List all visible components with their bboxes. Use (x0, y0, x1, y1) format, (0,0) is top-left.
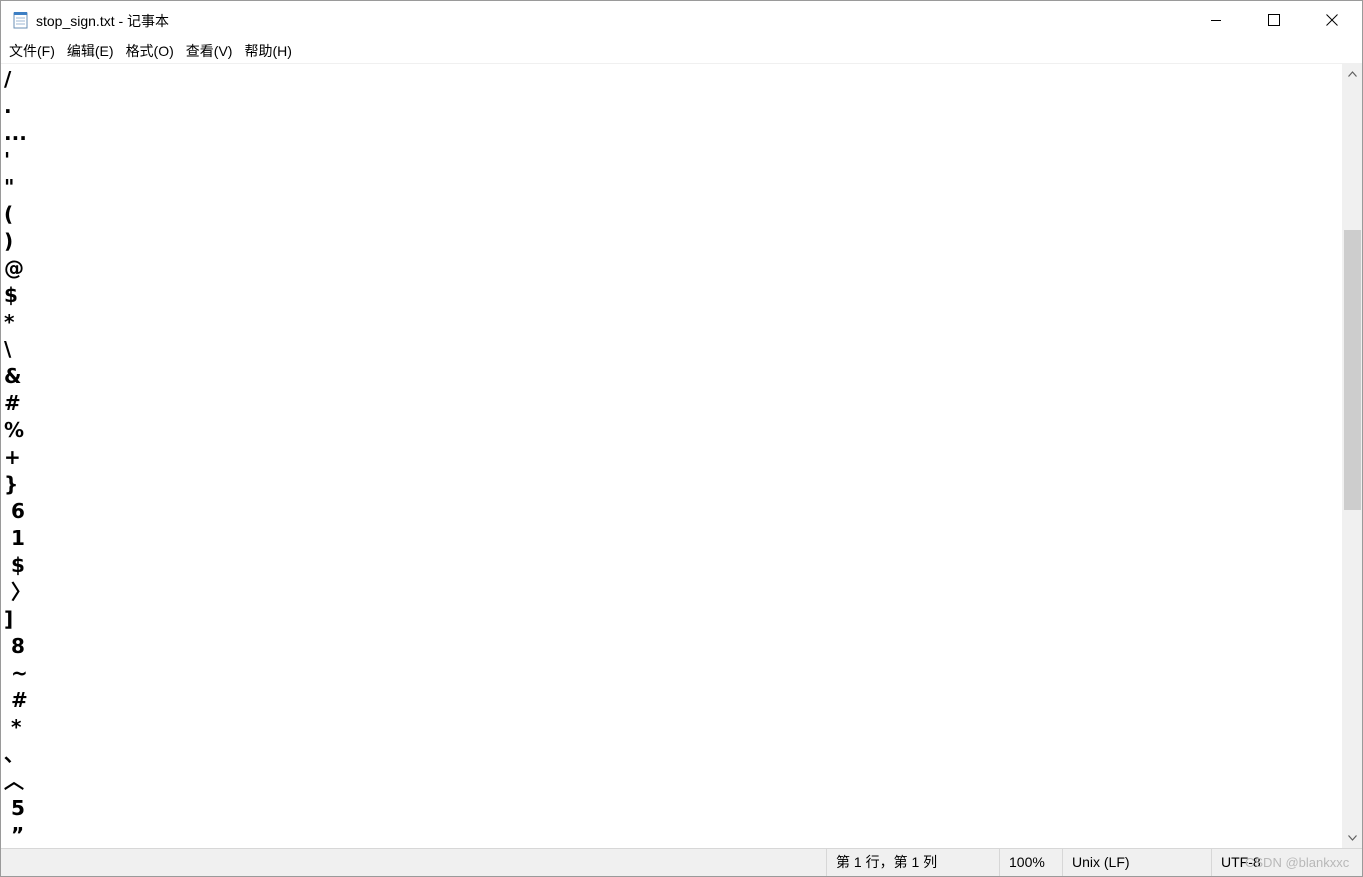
watermark: CSDN @blankxxc (1245, 855, 1350, 870)
text-content: / . ... ' " ( ) @ $ * \ & # % + } 6 1 $ … (4, 66, 31, 848)
text-line: 6 (4, 499, 25, 523)
text-line: % (4, 418, 25, 442)
menu-view[interactable]: 查看(V) (180, 39, 239, 63)
text-line: ~ (4, 661, 28, 685)
text-line: & (4, 364, 22, 388)
text-line: $ (4, 283, 18, 307)
zoom-level: 100% (999, 849, 1062, 876)
text-line: " (4, 175, 15, 199)
text-line: # (4, 391, 21, 415)
chevron-up-icon (1347, 71, 1357, 77)
text-line: * (4, 715, 22, 739)
window-title: stop_sign.txt - 记事本 (36, 13, 170, 29)
text-line: . (4, 94, 12, 118)
maximize-icon (1268, 14, 1280, 26)
minimize-button[interactable] (1187, 1, 1245, 39)
menu-bar: 文件(F) 编辑(E) 格式(O) 查看(V) 帮助(H) (1, 39, 1362, 63)
text-line: $ (4, 553, 25, 577)
text-line: ” (4, 823, 25, 847)
menu-edit[interactable]: 编辑(E) (61, 39, 120, 63)
text-line: ] (4, 607, 14, 631)
line-ending: Unix (LF) (1062, 849, 1211, 876)
minimize-icon (1211, 20, 1221, 21)
status-bar: 第 1 行，第 1 列 100% Unix (LF) UTF-8 CSDN @b… (1, 848, 1362, 876)
menu-help[interactable]: 帮助(H) (238, 39, 297, 63)
chevron-down-icon (1347, 835, 1357, 841)
close-icon (1326, 14, 1338, 26)
text-line: ) (4, 229, 14, 253)
close-button[interactable] (1303, 1, 1361, 39)
text-line: 、 (4, 742, 24, 766)
text-line: ( (4, 202, 14, 226)
vertical-scrollbar[interactable] (1342, 64, 1362, 848)
text-line: 8 (4, 634, 25, 658)
menu-file[interactable]: 文件(F) (3, 39, 61, 63)
text-line: ... (4, 121, 27, 145)
menu-format[interactable]: 格式(O) (120, 39, 180, 63)
text-line: \ (4, 337, 12, 361)
text-line: ︿ (4, 769, 24, 793)
text-line: ' (4, 148, 11, 172)
cursor-position: 第 1 行，第 1 列 (826, 849, 999, 876)
notepad-window: stop_sign.txt - 记事本 文件(F) 编辑(E) 格式(O) 查看… (0, 0, 1363, 877)
text-line: 1 (4, 526, 25, 550)
text-line: / (4, 67, 12, 91)
scroll-thumb[interactable] (1344, 230, 1361, 510)
notepad-icon (13, 12, 28, 29)
text-line: 5 (4, 796, 25, 820)
text-line: 〉 (4, 580, 31, 604)
text-line: + (4, 445, 21, 469)
maximize-button[interactable] (1245, 1, 1303, 39)
text-line: * (4, 310, 15, 334)
text-editor[interactable]: / . ... ' " ( ) @ $ * \ & # % + } 6 1 $ … (1, 64, 1342, 848)
text-line: @ (4, 256, 24, 280)
scroll-up-button[interactable] (1342, 64, 1362, 84)
scroll-down-button[interactable] (1342, 828, 1362, 848)
title-bar[interactable]: stop_sign.txt - 记事本 (1, 1, 1362, 39)
text-line: } (4, 472, 19, 496)
text-line: # (4, 688, 28, 712)
